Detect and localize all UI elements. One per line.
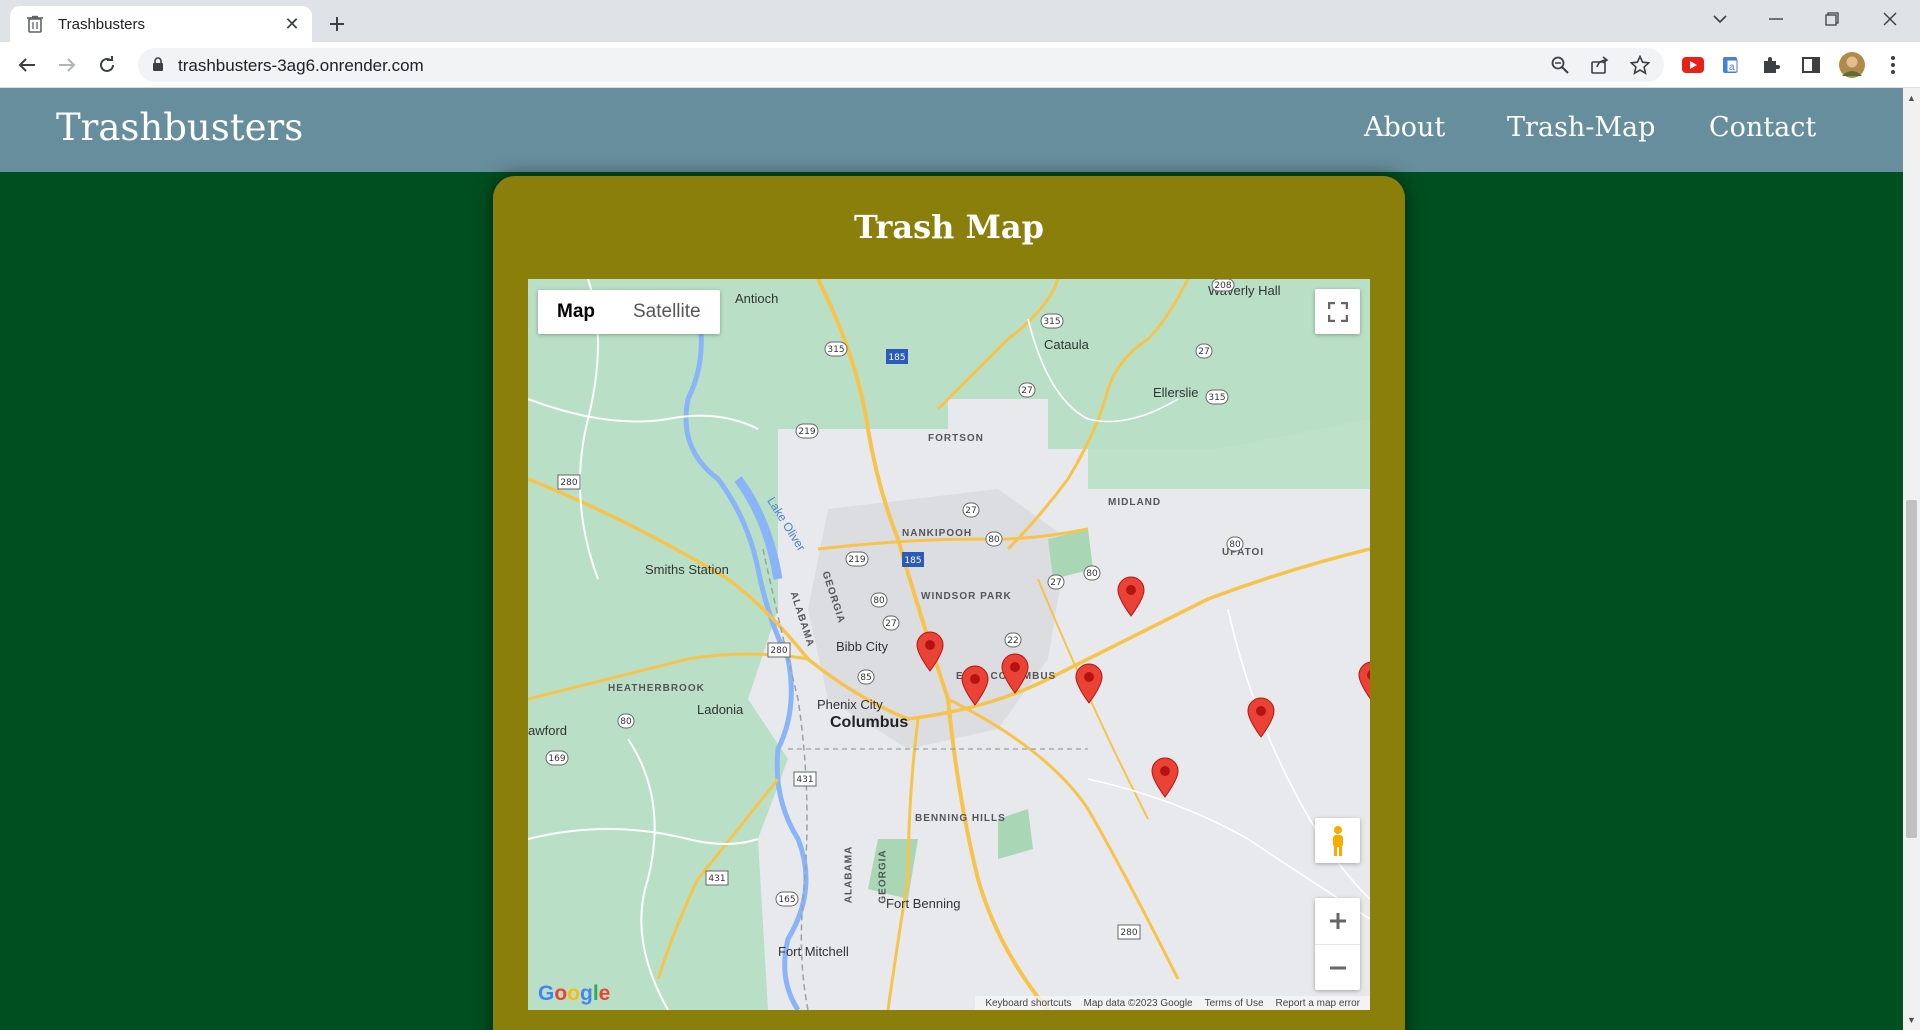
page-scrollbar[interactable]: ▲ ▼ xyxy=(1903,88,1920,1030)
trash-can-icon xyxy=(26,15,44,33)
scroll-up-arrow-icon[interactable]: ▲ xyxy=(1906,92,1917,104)
plus-icon xyxy=(1329,913,1346,929)
map-label-cataula: Cataula xyxy=(1044,337,1089,352)
map-label-ellerslie: Ellerslie xyxy=(1153,385,1199,400)
map-label-windsor-park: WINDSOR PARK xyxy=(921,591,1012,602)
trash-marker[interactable] xyxy=(1116,575,1146,617)
scroll-down-arrow-icon[interactable]: ▼ xyxy=(1906,1014,1917,1026)
map-label-midland: MIDLAND xyxy=(1108,497,1162,508)
zoom-out-button[interactable] xyxy=(1315,944,1360,990)
zoom-icon[interactable] xyxy=(1548,53,1572,77)
tab-strip: Trashbusters ✕ xyxy=(0,0,1920,42)
fullscreen-button[interactable] xyxy=(1315,289,1360,334)
terms-of-use-link[interactable]: Terms of Use xyxy=(1205,998,1264,1009)
map-type-map-button[interactable]: Map xyxy=(538,290,614,334)
tab-title: Trashbusters xyxy=(58,15,145,33)
trash-marker[interactable] xyxy=(1246,696,1276,738)
forward-arrow-icon[interactable] xyxy=(52,50,82,80)
reload-icon[interactable] xyxy=(92,50,122,80)
map-label-fort-mitchell: Fort Mitchell xyxy=(778,944,849,959)
map-label-bibb-city: Bibb City xyxy=(836,639,889,654)
map-label-alabama-lower: ALABAMA xyxy=(843,845,855,904)
close-window-button[interactable] xyxy=(1870,4,1910,34)
minimize-button[interactable] xyxy=(1756,4,1796,34)
keyboard-shortcuts-link[interactable]: Keyboard shortcuts xyxy=(985,998,1071,1009)
browser-toolbar: trashbusters-3ag6.onrender.com a xyxy=(0,42,1920,88)
lock-icon[interactable] xyxy=(152,57,164,77)
nav-link-about[interactable]: About xyxy=(1364,112,1445,143)
trash-marker[interactable] xyxy=(1357,660,1370,702)
trash-marker[interactable] xyxy=(1150,756,1180,798)
trash-marker[interactable] xyxy=(1000,652,1030,694)
side-panel-icon[interactable] xyxy=(1800,54,1822,76)
trash-marker[interactable] xyxy=(960,664,990,706)
site-navbar: Trashbusters About Trash-Map Contact xyxy=(0,88,1903,172)
url-text: trashbusters-3ag6.onrender.com xyxy=(178,56,424,75)
menu-dots-icon[interactable] xyxy=(1882,54,1904,76)
map-type-satellite-button[interactable]: Satellite xyxy=(614,290,720,334)
new-tab-button[interactable] xyxy=(322,9,352,39)
map-label-smiths-station: Smiths Station xyxy=(645,562,729,577)
map-label-heatherbrook: HEATHERBROOK xyxy=(608,683,705,694)
report-map-error-link[interactable]: Report a map error xyxy=(1276,998,1360,1009)
map-label-ladonia: Ladonia xyxy=(697,702,744,717)
zoom-control xyxy=(1315,898,1360,990)
restore-button[interactable] xyxy=(1812,4,1852,34)
trash-marker[interactable] xyxy=(1074,662,1104,704)
map-attribution: Keyboard shortcuts Map data ©2023 Google… xyxy=(975,996,1370,1010)
google-logo[interactable]: Google xyxy=(538,982,610,1006)
trash-marker[interactable] xyxy=(915,630,945,672)
map-label-antioch: Antioch xyxy=(735,291,779,306)
map-label-phenix-city: Phenix City xyxy=(817,697,883,712)
translate-extension-icon[interactable]: a xyxy=(1720,54,1742,76)
extensions-puzzle-icon[interactable] xyxy=(1760,54,1782,76)
share-icon[interactable] xyxy=(1588,53,1612,77)
profile-avatar[interactable] xyxy=(1838,51,1866,79)
card-title: Trash Map xyxy=(853,208,1045,246)
map-label-waverly-hall: Waverly Hall xyxy=(1208,283,1281,298)
tab-search-icon[interactable] xyxy=(1700,4,1740,34)
youtube-extension-icon[interactable] xyxy=(1682,54,1704,76)
map-label-upatoi: UPATOI xyxy=(1222,547,1265,558)
back-arrow-icon[interactable] xyxy=(12,50,42,80)
zoom-in-button[interactable] xyxy=(1315,898,1360,944)
nav-link-trash-map[interactable]: Trash-Map xyxy=(1507,112,1655,143)
map-type-control: Map Satellite xyxy=(538,290,720,334)
scroll-thumb[interactable] xyxy=(1906,500,1917,838)
street-view-pegman-button[interactable] xyxy=(1315,818,1360,863)
map-data-text: Map data ©2023 Google xyxy=(1083,997,1193,1009)
google-map[interactable]: Antioch Waverly Hall Cataula Ellerslie F… xyxy=(528,279,1370,1010)
pegman-icon xyxy=(1332,825,1343,856)
site-brand[interactable]: Trashbusters xyxy=(56,106,303,149)
map-label-fort-benning: Fort Benning xyxy=(886,896,961,911)
bookmark-star-icon[interactable] xyxy=(1628,53,1652,77)
map-label-georgia-lower: GEORGIA xyxy=(877,849,889,904)
nav-link-contact[interactable]: Contact xyxy=(1709,112,1816,143)
address-bar[interactable]: trashbusters-3ag6.onrender.com xyxy=(138,48,1664,82)
map-label-nankipooh: NANKIPOOH xyxy=(902,528,973,539)
browser-tab[interactable]: Trashbusters ✕ xyxy=(10,6,312,42)
close-tab-icon[interactable]: ✕ xyxy=(280,12,304,36)
fullscreen-icon xyxy=(1327,301,1348,322)
map-label-crawford: awford xyxy=(528,723,568,738)
map-label-fortson: FORTSON xyxy=(928,433,984,444)
map-label-benning-hills: BENNING HILLS xyxy=(915,813,1006,824)
svg-text:a: a xyxy=(1729,62,1735,73)
map-label-columbus: Columbus xyxy=(830,714,909,731)
minus-icon xyxy=(1329,966,1346,969)
page-viewport: Trashbusters About Trash-Map Contact Tra… xyxy=(0,88,1903,1030)
